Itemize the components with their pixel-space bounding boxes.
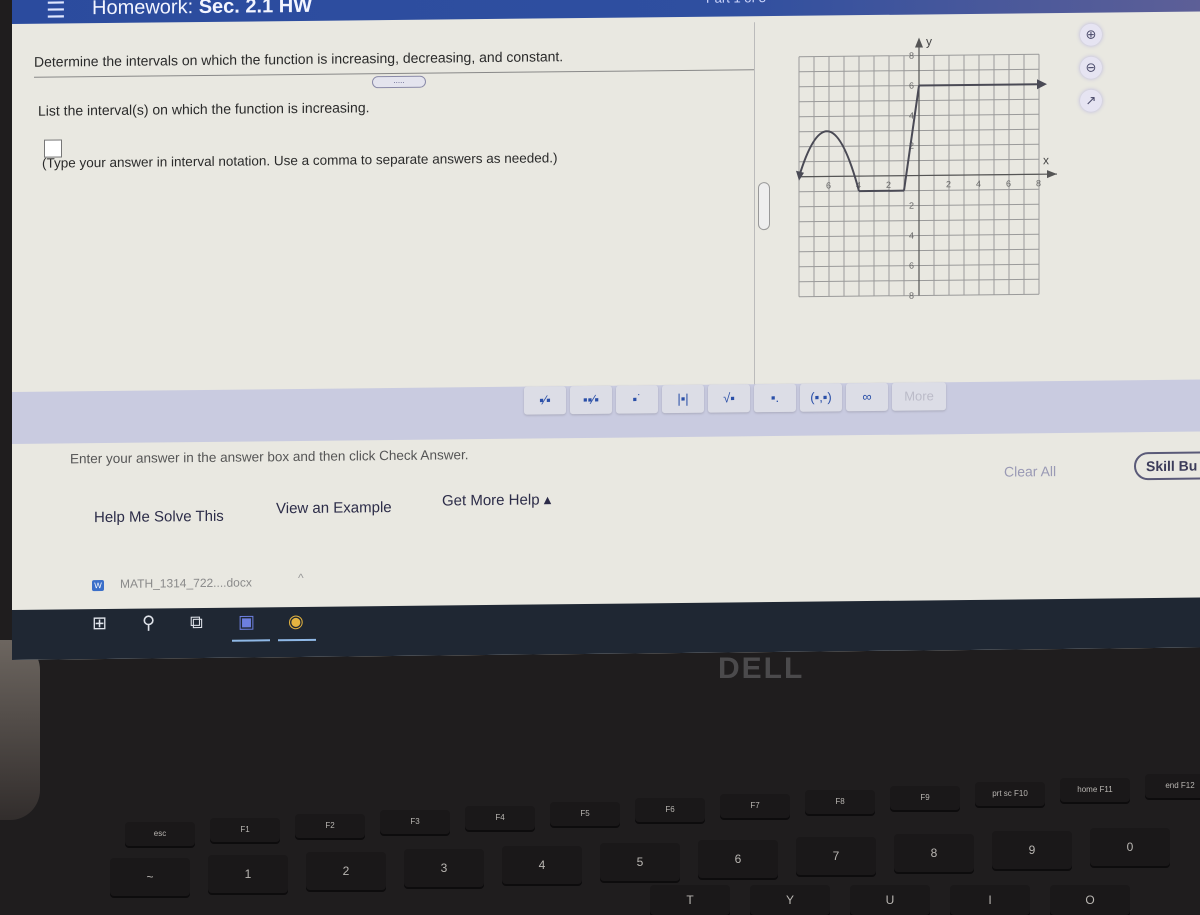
dell-logo: DELL: [718, 652, 804, 686]
function-segment: [904, 86, 919, 191]
key-8: 8: [894, 834, 974, 872]
clear-all-button[interactable]: Clear All: [1004, 463, 1056, 480]
y-tick-label: 2: [909, 201, 914, 211]
function-segment: [919, 84, 1039, 85]
key-5: 5: [600, 843, 680, 881]
chrome-active-indicator: [278, 639, 316, 641]
key-end-f12: end F12: [1145, 774, 1200, 798]
pane-resize-handle[interactable]: [758, 182, 770, 230]
y-tick-label: 8: [909, 51, 914, 61]
key-4: 4: [502, 846, 582, 884]
download-options-caret[interactable]: ^: [298, 571, 304, 585]
key-~: ~: [110, 858, 190, 896]
y-tick-label: 4: [909, 231, 914, 241]
palette-absolute-value-button[interactable]: |▪|: [662, 385, 704, 413]
zoom-out-icon[interactable]: ⊖: [1080, 57, 1102, 79]
y-axis-label: y: [926, 34, 932, 48]
task-view-icon[interactable]: ⧉: [190, 612, 203, 633]
palette-exponent-button[interactable]: ▪˙: [616, 385, 658, 413]
palette-more-button[interactable]: More: [892, 382, 946, 411]
key-9: 9: [992, 831, 1072, 869]
key-f2: F2: [295, 814, 365, 838]
help-me-solve-button[interactable]: Help Me Solve This: [94, 508, 224, 526]
x-axis: [799, 174, 1057, 177]
title-prefix: Homework:: [92, 0, 193, 19]
key-3: 3: [404, 849, 484, 887]
key-y: Y: [750, 885, 830, 915]
key-f1: F1: [210, 818, 280, 842]
palette-subscript-button[interactable]: ▪.: [754, 384, 796, 412]
question-prompt: Determine the intervals on which the fun…: [34, 48, 563, 70]
teams-active-indicator: [232, 639, 270, 641]
key-0: 0: [1090, 828, 1170, 866]
x-axis-arrow: [1047, 170, 1057, 178]
x-tick-label: 4: [976, 179, 981, 189]
download-file-name[interactable]: MATH_1314_722....docx: [120, 575, 252, 590]
x-tick-label: 2: [886, 180, 891, 190]
y-tick-label: 6: [909, 261, 914, 271]
key-f5: F5: [550, 802, 620, 826]
laptop-screen: ☰ Homework: Sec. 2.1 HW Part 1 of 3 Dete…: [12, 0, 1200, 660]
palette-square-root-button[interactable]: √▪: [708, 384, 750, 412]
y-tick-label: 8: [909, 291, 914, 301]
sub-question: List the interval(s) on which the functi…: [38, 99, 370, 118]
function-graph: xy642246886422468: [787, 24, 1067, 327]
key-i: I: [950, 885, 1030, 915]
x-tick-label: 8: [1036, 178, 1041, 188]
key-home-f11: home F11: [1060, 778, 1130, 802]
key-t: T: [650, 885, 730, 915]
x-axis-label: x: [1043, 153, 1049, 167]
get-more-help-button[interactable]: Get More Help ▴: [442, 490, 551, 509]
homework-title: Homework: Sec. 2.1 HW: [92, 0, 312, 20]
palette-fraction-button[interactable]: ▪⁄▪: [524, 386, 566, 414]
math-palette: ▪⁄▪▪▪⁄▪▪˙|▪|√▪▪.(▪,▪)∞More: [524, 382, 946, 414]
key-f8: F8: [805, 790, 875, 814]
key-u: U: [850, 885, 930, 915]
y-tick-label: 6: [909, 81, 914, 91]
key-o: O: [1050, 885, 1130, 915]
x-tick-label: 2: [946, 179, 951, 189]
title-main: Sec. 2.1 HW: [199, 0, 312, 18]
key-1: 1: [208, 855, 288, 893]
ray-right-arrow: [1037, 79, 1047, 89]
windows-start-icon[interactable]: ⊞: [92, 613, 107, 634]
skill-builder-button[interactable]: Skill Bu: [1134, 451, 1200, 480]
palette-interval-button[interactable]: (▪,▪): [800, 383, 842, 411]
key-f4: F4: [465, 806, 535, 830]
key-esc: esc: [125, 822, 195, 846]
graph-tools: ⊕ ⊖ ↗: [1080, 24, 1102, 123]
search-icon[interactable]: ⚲: [142, 613, 155, 634]
x-tick-label: 6: [1006, 179, 1011, 189]
chrome-icon[interactable]: ◉: [288, 611, 304, 632]
key-f7: F7: [720, 794, 790, 818]
part-indicator: Part 1 of 3: [706, 0, 766, 6]
curve-left-arrow: [796, 171, 804, 181]
hamburger-menu-icon[interactable]: ☰: [46, 0, 66, 24]
palette-mixed-number-button[interactable]: ▪▪⁄▪: [570, 386, 612, 414]
key-f3: F3: [380, 810, 450, 834]
answer-hint: (Type your answer in interval notation. …: [42, 150, 558, 170]
instruction-text: Enter your answer in the answer box and …: [70, 447, 468, 466]
key-2: 2: [306, 852, 386, 890]
palette-infinity-button[interactable]: ∞: [846, 383, 888, 411]
teams-icon[interactable]: ▣: [238, 611, 255, 632]
background-hand: [0, 640, 40, 820]
x-tick-label: 6: [826, 180, 831, 190]
pane-divider: [754, 22, 755, 402]
header-bar: ☰ Homework: Sec. 2.1 HW Part 1 of 3: [12, 0, 1200, 24]
view-example-button[interactable]: View an Example: [276, 499, 392, 517]
y-axis-arrow: [915, 37, 923, 47]
key-6: 6: [698, 840, 778, 878]
zoom-in-icon[interactable]: ⊕: [1080, 24, 1102, 46]
open-external-icon[interactable]: ↗: [1080, 90, 1102, 112]
key-f9: F9: [890, 786, 960, 810]
word-doc-icon: W: [92, 580, 104, 591]
expand-button[interactable]: .....: [372, 76, 426, 89]
key-prt-sc-f10: prt sc F10: [975, 782, 1045, 806]
key-f6: F6: [635, 798, 705, 822]
key-7: 7: [796, 837, 876, 875]
